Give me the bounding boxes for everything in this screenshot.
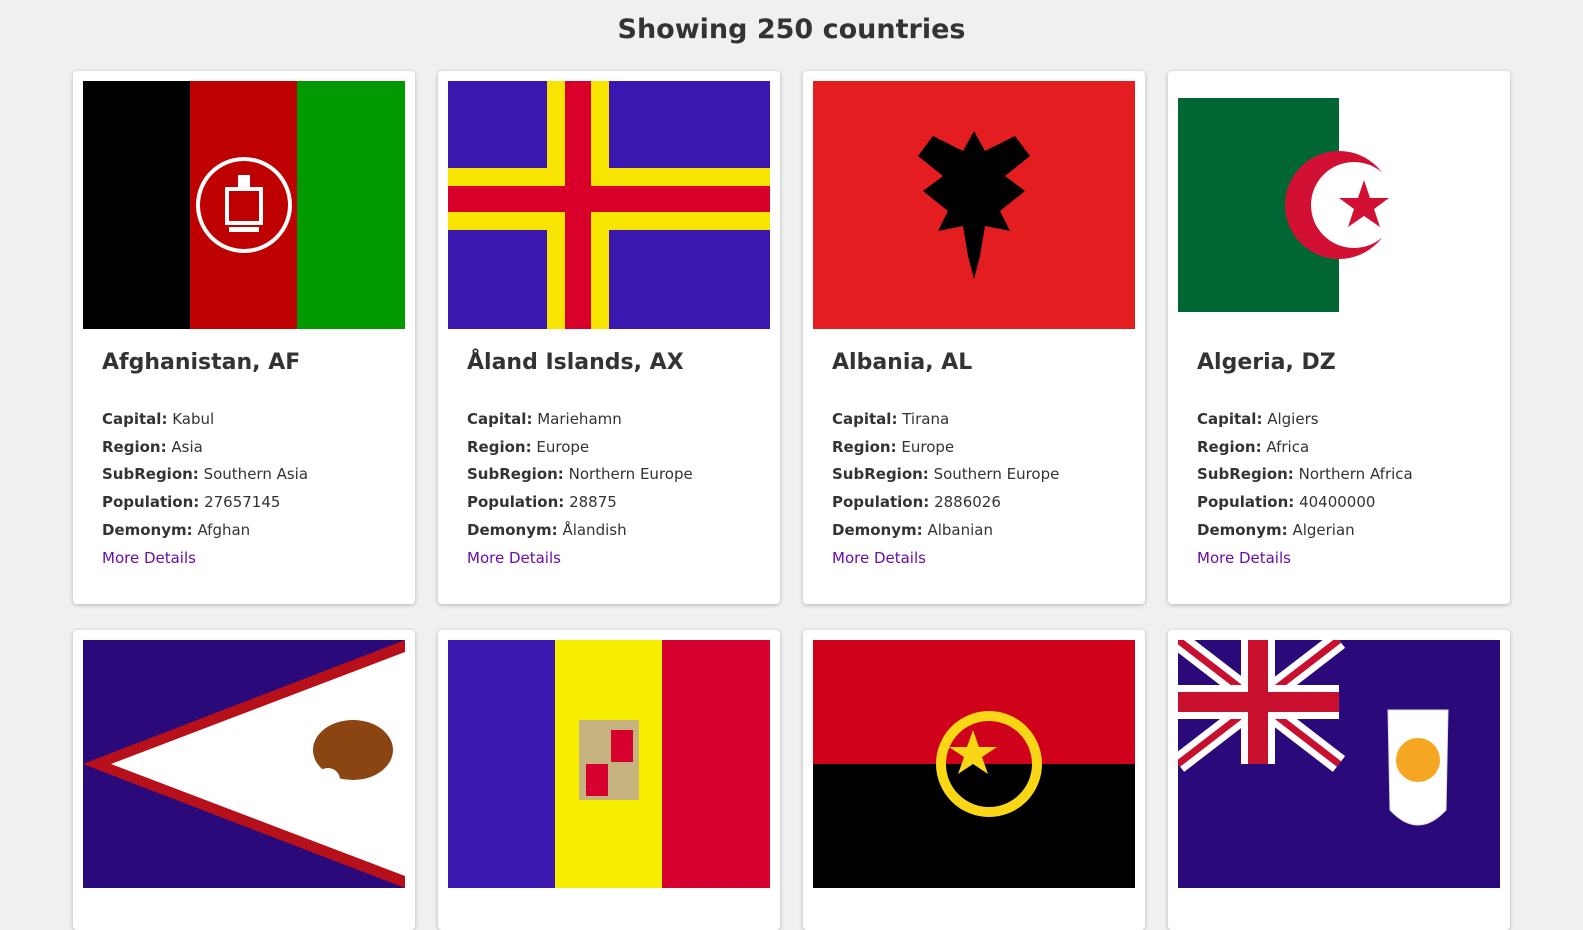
flag-anguilla[interactable] [1178, 640, 1500, 888]
country-card: Albania, AL Capital: Tirana Region: Euro… [803, 71, 1145, 604]
capital-label: Capital: [832, 410, 898, 428]
population-label: Population: [1197, 493, 1295, 512]
capital-label: Capital: [1197, 410, 1263, 428]
demonym-value: Ålandish [562, 520, 627, 539]
capital-value: Algiers [1267, 410, 1319, 428]
country-card: Algeria, DZ Capital: Algiers Region: Afr… [1168, 71, 1510, 604]
demonym-label: Demonym: [832, 520, 923, 539]
flag-algeria[interactable] [1178, 81, 1500, 329]
demonym-label: Demonym: [1197, 520, 1288, 539]
subregion-value: Northern Europe [568, 465, 693, 484]
demonym-value: Afghan [197, 520, 251, 539]
country-info: Capital: Kabul Region: Asia SubRegion: S… [102, 406, 308, 572]
region-label: Region: [832, 437, 897, 456]
subregion-value: Northern Africa [1298, 465, 1413, 484]
country-name: Åland Islands, AX [467, 350, 684, 375]
region-label: Region: [1197, 437, 1262, 456]
flag-angola[interactable] [813, 640, 1135, 888]
flag-albania[interactable] [813, 81, 1135, 329]
flag-andorra[interactable] [448, 640, 770, 888]
country-info: Capital: Algiers Region: Africa SubRegio… [1197, 406, 1413, 572]
capital-label: Capital: [467, 410, 533, 428]
demonym-value: Algerian [1292, 520, 1355, 539]
country-name: Algeria, DZ [1197, 350, 1336, 375]
region-value: Africa [1266, 437, 1310, 456]
more-details-link[interactable]: More Details [1197, 549, 1291, 567]
flag-american-samoa[interactable] [83, 640, 405, 888]
region-value: Asia [171, 437, 203, 456]
more-details-link[interactable]: More Details [467, 549, 561, 567]
more-details-link[interactable]: More Details [832, 549, 926, 567]
population-label: Population: [832, 493, 930, 512]
country-name: Albania, AL [832, 350, 973, 375]
subregion-value: Southern Asia [203, 465, 309, 484]
region-value: Europe [901, 437, 955, 456]
population-value: 2886026 [934, 493, 1001, 512]
population-value: 27657145 [204, 493, 281, 512]
country-name: Afghanistan, AF [102, 350, 301, 375]
capital-value: Mariehamn [537, 410, 622, 428]
population-label: Population: [467, 493, 565, 512]
region-value: Europe [536, 437, 590, 456]
demonym-label: Demonym: [102, 520, 193, 539]
subregion-label: SubRegion: [102, 465, 199, 484]
country-info: Capital: Tirana Region: Europe SubRegion… [832, 406, 1059, 572]
flag-afghanistan[interactable] [83, 81, 405, 329]
subregion-label: SubRegion: [1197, 465, 1294, 484]
population-label: Population: [102, 493, 200, 512]
country-info: Capital: Mariehamn Region: Europe SubReg… [467, 406, 693, 572]
population-value: 28875 [569, 493, 617, 512]
country-card [1168, 630, 1510, 930]
country-card [803, 630, 1145, 930]
demonym-label: Demonym: [467, 520, 558, 539]
demonym-value: Albanian [927, 520, 993, 539]
subregion-label: SubRegion: [832, 465, 929, 484]
capital-value: Kabul [172, 410, 215, 428]
region-label: Region: [467, 437, 532, 456]
capital-value: Tirana [902, 410, 950, 428]
subregion-label: SubRegion: [467, 465, 564, 484]
country-card [438, 630, 780, 930]
flag-aland-islands[interactable] [448, 81, 770, 329]
population-value: 40400000 [1299, 493, 1376, 512]
page-title: Showing 250 countries [617, 14, 966, 45]
country-card [73, 630, 415, 930]
more-details-link[interactable]: More Details [102, 549, 196, 567]
region-label: Region: [102, 437, 167, 456]
subregion-value: Southern Europe [933, 465, 1060, 484]
country-card: Åland Islands, AX Capital: Mariehamn Reg… [438, 71, 780, 604]
capital-label: Capital: [102, 410, 168, 428]
country-card: Afghanistan, AF Capital: Kabul Region: A… [73, 71, 415, 604]
